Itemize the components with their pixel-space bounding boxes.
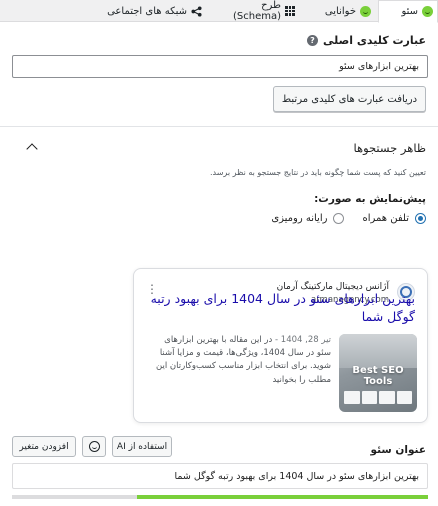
insert-variable-button[interactable]: افزودن متغیر bbox=[12, 436, 76, 457]
grid-icon bbox=[285, 6, 295, 16]
tab-label: شبکه های اجتماعی bbox=[107, 5, 187, 17]
tab-schema[interactable]: طرح (Schema) bbox=[206, 0, 299, 22]
search-appearance-description: تعیین کنید که پست شما چگونه باید در نتای… bbox=[209, 168, 426, 177]
preview-title[interactable]: بهترین ابزارهای سئو در سال 1404 برای بهب… bbox=[150, 290, 415, 325]
preview-as-label: پیش‌نمایش به صورت: bbox=[314, 193, 426, 205]
mobile-radio[interactable] bbox=[415, 213, 426, 224]
tab-seo[interactable]: سئو bbox=[378, 0, 438, 23]
divider bbox=[0, 126, 438, 127]
seo-title-value: بهترین ابزارهای سئو در سال 1404 برای بهب… bbox=[174, 470, 419, 482]
tab-label: سئو bbox=[401, 6, 418, 17]
preview-date: تیر 28, 1404 bbox=[280, 335, 331, 345]
help-icon[interactable]: ? bbox=[306, 35, 318, 46]
seo-title-length-progress bbox=[12, 495, 428, 499]
emoji-button[interactable] bbox=[82, 436, 106, 457]
focus-keyphrase-value: بهترین ابزارهای سئو bbox=[339, 61, 419, 72]
smiley-icon bbox=[360, 5, 371, 17]
tab-readability[interactable]: خوانایی bbox=[299, 0, 375, 22]
preview-thumbnail: Best SEO Tools bbox=[339, 334, 417, 412]
desktop-radio[interactable] bbox=[333, 213, 345, 224]
preview-date-separator: - bbox=[275, 335, 279, 345]
metabox-tabbar: سئو خوانایی طرح (Schema) شبکه های اجتماع… bbox=[0, 0, 438, 23]
mobile-radio-label[interactable]: تلفن همراه bbox=[362, 213, 409, 224]
desktop-radio-label[interactable]: رایانه رومیزی bbox=[271, 213, 327, 224]
search-appearance-title: ظاهر جستجوها bbox=[353, 141, 427, 155]
thumbnail-text: Best SEO Tools bbox=[352, 365, 404, 387]
smiley-icon bbox=[422, 6, 433, 17]
chevron-up-icon[interactable] bbox=[26, 143, 38, 155]
seo-title-input[interactable]: بهترین ابزارهای سئو در سال 1404 برای بهب… bbox=[12, 463, 428, 489]
preview-snippet: تیر 28, 1404 - در این مقاله با بهترین اب… bbox=[153, 334, 331, 387]
focus-keyphrase-heading: عبارت کلیدی اصلی ? bbox=[306, 34, 426, 47]
use-ai-button[interactable]: استفاده از AI bbox=[112, 436, 172, 457]
seo-title-label: عنوان سئو bbox=[370, 444, 426, 456]
share-icon bbox=[191, 5, 202, 17]
emoji-icon bbox=[88, 441, 100, 452]
preview-mode-radios: تلفن همراه رایانه رومیزی bbox=[271, 213, 426, 224]
google-preview-card: آژانس دیجیتال مارکتینگ آرمان armanagency… bbox=[133, 268, 428, 423]
focus-keyphrase-title: عبارت کلیدی اصلی bbox=[322, 34, 426, 47]
tab-social[interactable]: شبکه های اجتماعی bbox=[98, 0, 206, 22]
tab-label: خوانایی bbox=[324, 5, 356, 17]
seo-title-progress-fill bbox=[136, 495, 428, 499]
focus-keyphrase-input[interactable]: بهترین ابزارهای سئو bbox=[12, 55, 428, 78]
tab-label: طرح (Schema) bbox=[232, 0, 282, 22]
get-related-keyphrases-button[interactable]: دریافت عبارت های کلیدی مرتبط bbox=[273, 86, 426, 112]
